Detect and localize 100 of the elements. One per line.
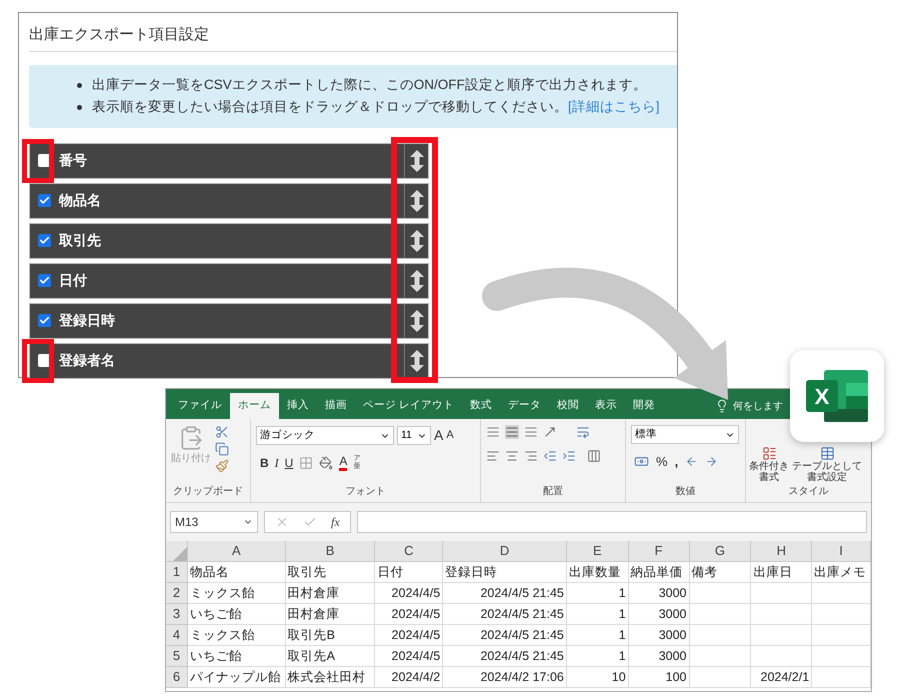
grow-font-button[interactable]: A <box>434 425 444 446</box>
checkbox[interactable] <box>38 234 51 247</box>
field-row[interactable]: 取引先 <box>29 222 429 258</box>
field-row[interactable]: 登録者名 <box>29 342 429 378</box>
column-header[interactable]: I <box>812 541 871 562</box>
note-text: 表示順を変更したい場合は項目をドラッグ＆ドロップで移動してください。 <box>92 98 568 116</box>
align-right-icon[interactable] <box>524 449 538 463</box>
row-header[interactable]: 1 <box>166 562 188 583</box>
column-header[interactable]: G <box>690 541 752 562</box>
cut-icon[interactable] <box>215 425 229 439</box>
table-cell: 登録日時 <box>443 562 567 583</box>
drag-handle-icon[interactable] <box>410 190 424 212</box>
copy-icon[interactable] <box>215 442 229 456</box>
fill-color-icon[interactable] <box>319 456 334 470</box>
ribbon-tab[interactable]: ファイル <box>170 393 230 419</box>
row-header[interactable]: 3 <box>166 604 188 625</box>
borders-icon[interactable] <box>299 456 314 470</box>
group-label: クリップボード <box>172 484 244 499</box>
align-top-icon[interactable] <box>486 425 500 439</box>
format-painter-icon[interactable] <box>215 459 229 473</box>
increase-decimal-icon[interactable] <box>685 455 698 468</box>
table-cell <box>690 667 752 688</box>
comma-button[interactable]: , <box>674 452 678 472</box>
wrap-text-icon[interactable] <box>576 425 590 439</box>
table-cell <box>690 604 752 625</box>
column-header[interactable]: B <box>286 541 376 562</box>
font-style-button[interactable]: B <box>260 454 269 472</box>
field-row[interactable]: 物品名 <box>29 182 429 218</box>
ribbon-tab[interactable]: ページ レイアウト <box>355 393 462 419</box>
conditional-format-icon[interactable] <box>762 446 776 461</box>
table-cell: 1 <box>566 583 629 604</box>
name-box[interactable]: M13 <box>170 511 258 533</box>
percent-button[interactable]: % <box>656 452 668 472</box>
table-format-icon[interactable] <box>820 446 834 461</box>
align-center-icon[interactable] <box>505 449 519 463</box>
column-header[interactable]: E <box>566 541 629 562</box>
indent-decrease-icon[interactable] <box>543 449 557 463</box>
conditional-format-button[interactable]: 書式 <box>759 472 779 483</box>
orientation-icon[interactable] <box>543 425 557 439</box>
row-header[interactable]: 6 <box>166 667 188 688</box>
table-cell: 2024/4/5 <box>375 625 444 646</box>
drag-handle-icon[interactable] <box>410 270 424 292</box>
checkbox[interactable] <box>38 194 51 207</box>
merge-cells-icon[interactable] <box>587 449 601 463</box>
row-header[interactable]: 4 <box>166 625 188 646</box>
drag-handle-icon[interactable] <box>410 350 424 372</box>
ribbon-tab[interactable]: 数式 <box>462 393 500 419</box>
ribbon-tab[interactable]: 校閲 <box>548 393 587 419</box>
table-cell <box>751 583 812 604</box>
number-format-field[interactable]: 標準 <box>631 425 739 444</box>
column-header[interactable]: D <box>443 541 567 562</box>
table-format-button[interactable]: テーブルとして <box>792 461 862 472</box>
table-cell: 1 <box>566 625 629 646</box>
ribbon-tab[interactable]: ホーム <box>230 393 279 419</box>
field-label: 登録日時 <box>59 311 115 330</box>
font-style-button[interactable]: I <box>274 454 279 472</box>
table-cell: 2024/4/5 <box>375 604 444 625</box>
spreadsheet-app-icon <box>806 370 868 422</box>
align-middle-icon[interactable] <box>505 425 519 439</box>
column-header[interactable]: A <box>188 541 286 562</box>
column-header[interactable]: C <box>375 541 444 562</box>
row-header[interactable]: 5 <box>166 646 188 667</box>
insert-function-button[interactable]: fx <box>331 513 340 531</box>
shrink-font-button[interactable]: A <box>446 427 454 444</box>
table-cell: 10 <box>566 667 629 688</box>
column-header[interactable]: H <box>751 541 812 562</box>
bullet-icon <box>77 104 82 110</box>
column-header[interactable]: F <box>628 541 690 562</box>
font-size-field[interactable]: 11 <box>397 426 431 445</box>
conditional-format-button[interactable]: 条件付き <box>749 461 789 472</box>
row-header[interactable]: 2 <box>166 583 188 604</box>
drag-handle-icon[interactable] <box>410 310 424 332</box>
table-cell: 2024/4/5 <box>375 583 444 604</box>
font-color-button[interactable]: A <box>339 455 348 471</box>
drag-handle-icon[interactable] <box>410 230 424 252</box>
ribbon-tab[interactable]: 表示 <box>586 393 625 419</box>
table-cell: 3000 <box>628 604 690 625</box>
formula-field[interactable] <box>356 511 867 533</box>
align-left-icon[interactable] <box>486 449 500 463</box>
align-bottom-icon[interactable] <box>524 425 538 439</box>
drag-handle-icon[interactable] <box>410 150 424 172</box>
checkbox[interactable] <box>38 314 51 327</box>
ribbon-tab[interactable]: データ <box>500 393 549 419</box>
tell-me-field[interactable]: 何をします <box>732 398 783 414</box>
table-cell: いちご飴 <box>188 646 286 667</box>
table-cell: 2024/4/5 21:45 <box>443 604 567 625</box>
ribbon-tab[interactable]: 挿入 <box>279 393 317 419</box>
table-cell: 納品単価 <box>628 562 690 583</box>
field-row[interactable]: 日付 <box>29 262 429 298</box>
checkbox[interactable] <box>38 274 51 287</box>
field-row[interactable]: 番号 <box>29 142 429 178</box>
indent-increase-icon[interactable] <box>562 449 576 463</box>
ribbon-tab[interactable]: 開発 <box>624 393 663 419</box>
ribbon-tab[interactable]: 描画 <box>317 393 355 419</box>
field-row[interactable]: 登録日時 <box>29 302 429 338</box>
decrease-decimal-icon[interactable] <box>705 455 718 468</box>
font-name-field[interactable]: 游ゴシック <box>256 426 394 445</box>
font-style-button[interactable]: U <box>284 454 294 472</box>
table-cell: 取引先 <box>286 562 376 583</box>
table-format-button[interactable]: 書式設定 <box>807 472 847 483</box>
